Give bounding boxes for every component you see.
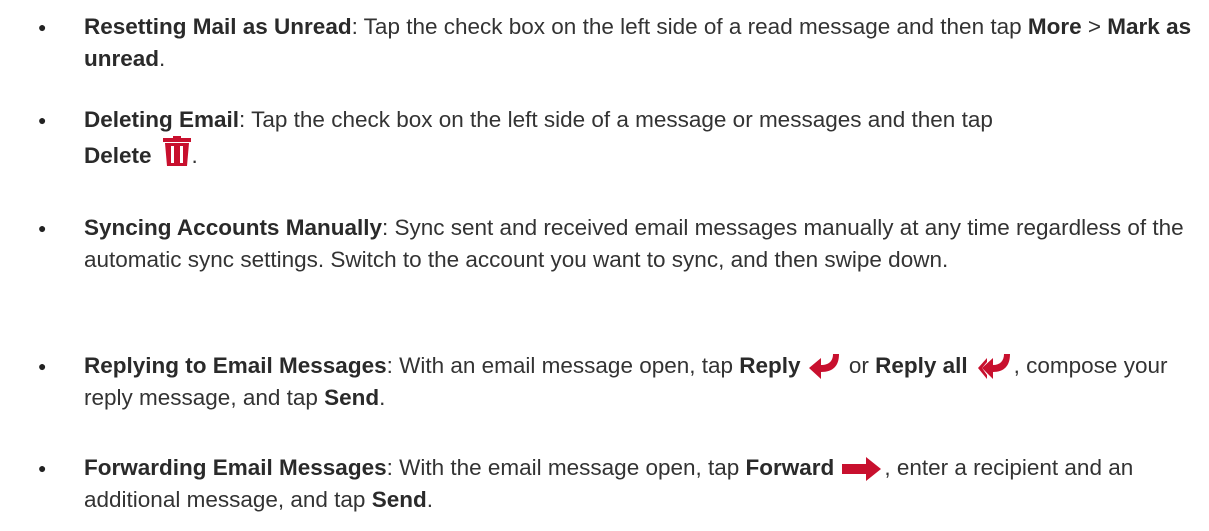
list-item-syncing-accounts: ● Syncing Accounts Manually: Sync sent a… xyxy=(38,212,1194,276)
delete-label: Delete xyxy=(84,143,152,168)
item-text: : With an email message open, tap xyxy=(386,353,740,378)
bullet: ● xyxy=(38,19,47,35)
item-text: : Tap the check box on the left side of … xyxy=(351,14,1028,39)
bullet: ● xyxy=(38,220,47,236)
list-item-forwarding: ● Forwarding Email Messages: With the em… xyxy=(38,452,1194,516)
item-text: : With the email message open, tap xyxy=(386,455,746,480)
bullet: ● xyxy=(38,112,47,128)
item-text: : Tap the check box on the left side of … xyxy=(239,107,993,132)
reply-all-arrow-icon xyxy=(977,354,1010,380)
trash-icon xyxy=(162,136,191,166)
forward-arrow-icon xyxy=(842,457,882,482)
more-label: More xyxy=(1027,14,1082,39)
list-item-deleting-email: ● Deleting Email: Tap the check box on t… xyxy=(38,104,1194,172)
send-label: Send xyxy=(371,487,427,512)
list-item-replying: ● Replying to Email Messages: With an em… xyxy=(38,350,1194,414)
bullet: ● xyxy=(38,460,47,476)
reply-label: Reply xyxy=(739,353,801,378)
item-title: Syncing Accounts Manually xyxy=(84,215,382,240)
item-title: Replying to Email Messages xyxy=(84,353,387,378)
item-end: . xyxy=(191,143,198,168)
instructions-document: ● Resetting Mail as Unread: Tap the chec… xyxy=(0,0,1209,531)
item-end: . xyxy=(159,46,166,71)
or-text: or xyxy=(842,353,876,378)
bullet: ● xyxy=(38,358,47,374)
item-title: Forwarding Email Messages xyxy=(84,455,387,480)
item-title: Deleting Email xyxy=(84,107,240,132)
forward-label: Forward xyxy=(745,455,835,480)
send-label: Send xyxy=(324,385,380,410)
list-item-resetting-unread: ● Resetting Mail as Unread: Tap the chec… xyxy=(38,11,1194,75)
reply-arrow-icon xyxy=(808,354,839,380)
item-end: . xyxy=(426,487,433,512)
reply-all-label: Reply all xyxy=(875,353,968,378)
item-title: Resetting Mail as Unread xyxy=(84,14,352,39)
item-end: . xyxy=(379,385,386,410)
separator: > xyxy=(1081,14,1108,39)
